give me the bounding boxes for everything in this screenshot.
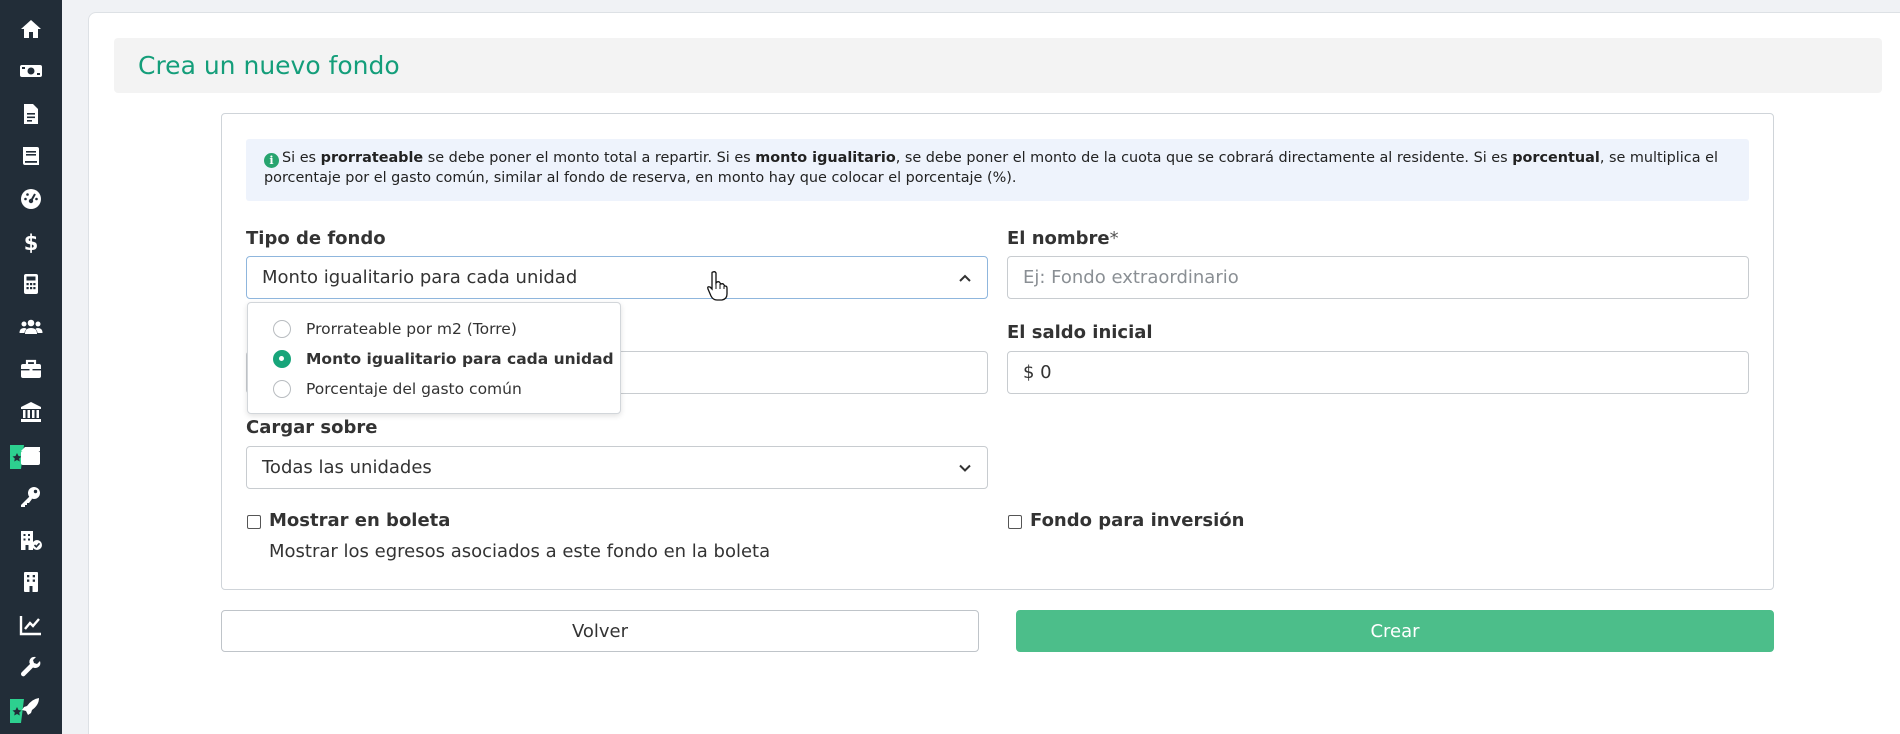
office-building-icon[interactable] (18, 569, 44, 595)
saldo-value: $ 0 (1023, 362, 1052, 383)
saldo-label: El saldo inicial (1007, 322, 1153, 343)
mostrar-boleta-help: Mostrar los egresos asociados a este fon… (269, 541, 771, 562)
info-text-segment: se debe poner el monto total a repartir.… (423, 150, 756, 166)
key-icon[interactable] (18, 484, 44, 510)
nombre-label-text: El nombre (1007, 228, 1110, 249)
radio-prorrateable[interactable] (273, 320, 291, 338)
radio-porcentaje[interactable] (273, 380, 291, 398)
info-text: Si es prorrateable se debe poner el mont… (264, 150, 1718, 186)
page-header: Crea un nuevo fondo (114, 38, 1882, 93)
building-icon[interactable] (18, 527, 44, 553)
dashboard-icon[interactable] (18, 186, 44, 212)
create-button[interactable]: Crear (1016, 610, 1774, 652)
cargar-select[interactable]: Todas las unidades (246, 446, 988, 489)
rocket-feature-icon[interactable] (8, 695, 42, 725)
option-monto-igualitario[interactable]: Monto igualitario para cada unidad (273, 348, 614, 370)
info-alert: i Si es prorrateable se debe poner el mon… (246, 139, 1749, 201)
option-porcentaje[interactable]: Porcentaje del gasto común (273, 378, 522, 400)
bank-icon[interactable] (18, 399, 44, 425)
wrench-icon[interactable] (18, 654, 44, 680)
cargar-label: Cargar sobre (246, 417, 378, 438)
info-text-bold: monto igualitario (755, 150, 896, 166)
option-prorrateable[interactable]: Prorrateable por m2 (Torre) (273, 318, 517, 340)
top-strip (62, 0, 1900, 12)
page-title: Crea un nuevo fondo (138, 51, 400, 80)
info-text-segment: Si es (282, 150, 321, 166)
new-feature-icon[interactable] (8, 441, 42, 471)
nombre-input[interactable]: Ej: Fondo extraordinario (1007, 256, 1749, 299)
info-text-bold: prorrateable (320, 150, 424, 166)
tipo-fondo-value: Monto igualitario para cada unidad (262, 267, 578, 288)
mostrar-boleta-checkbox[interactable] (247, 515, 261, 529)
tipo-fondo-select[interactable]: Monto igualitario para cada unidad (246, 256, 988, 299)
info-text-segment: , se debe poner el monto de la cuota que… (895, 150, 1513, 166)
svg-text:$: $ (24, 231, 39, 254)
option-label: Monto igualitario para cada unidad (306, 350, 614, 368)
back-button[interactable]: Volver (221, 610, 979, 652)
chart-line-icon[interactable] (18, 612, 44, 638)
money-icon[interactable] (18, 58, 44, 84)
chevron-up-icon (959, 274, 971, 282)
option-label: Prorrateable por m2 (Torre) (306, 320, 517, 338)
tipo-fondo-label: Tipo de fondo (246, 228, 386, 249)
radio-monto-igualitario[interactable] (273, 350, 291, 368)
sidebar: $ (0, 0, 62, 734)
info-text-bold: porcentual (1512, 150, 1600, 166)
nombre-placeholder: Ej: Fondo extraordinario (1023, 267, 1239, 288)
briefcase-icon[interactable] (18, 356, 44, 382)
saldo-input[interactable]: $ 0 (1007, 351, 1749, 394)
users-icon[interactable] (18, 314, 44, 340)
chevron-down-icon (959, 464, 971, 472)
cargar-value: Todas las unidades (262, 457, 432, 478)
home-icon[interactable] (18, 16, 44, 42)
document-icon[interactable] (18, 101, 44, 127)
nombre-label: El nombre* (1007, 228, 1119, 249)
fondo-inversion-label: Fondo para inversión (1030, 510, 1245, 531)
option-label: Porcentaje del gasto común (306, 380, 522, 398)
mostrar-boleta-label: Mostrar en boleta (269, 510, 451, 531)
required-marker: * (1109, 228, 1119, 249)
info-icon: i (264, 153, 279, 168)
dollar-icon[interactable]: $ (18, 229, 44, 255)
hand-cursor-icon (707, 271, 728, 301)
fondo-inversion-checkbox[interactable] (1008, 515, 1022, 529)
tipo-fondo-dropdown: Prorrateable por m2 (Torre) Monto iguali… (247, 302, 621, 414)
book-icon[interactable] (18, 143, 44, 169)
calculator-icon[interactable] (18, 271, 44, 297)
